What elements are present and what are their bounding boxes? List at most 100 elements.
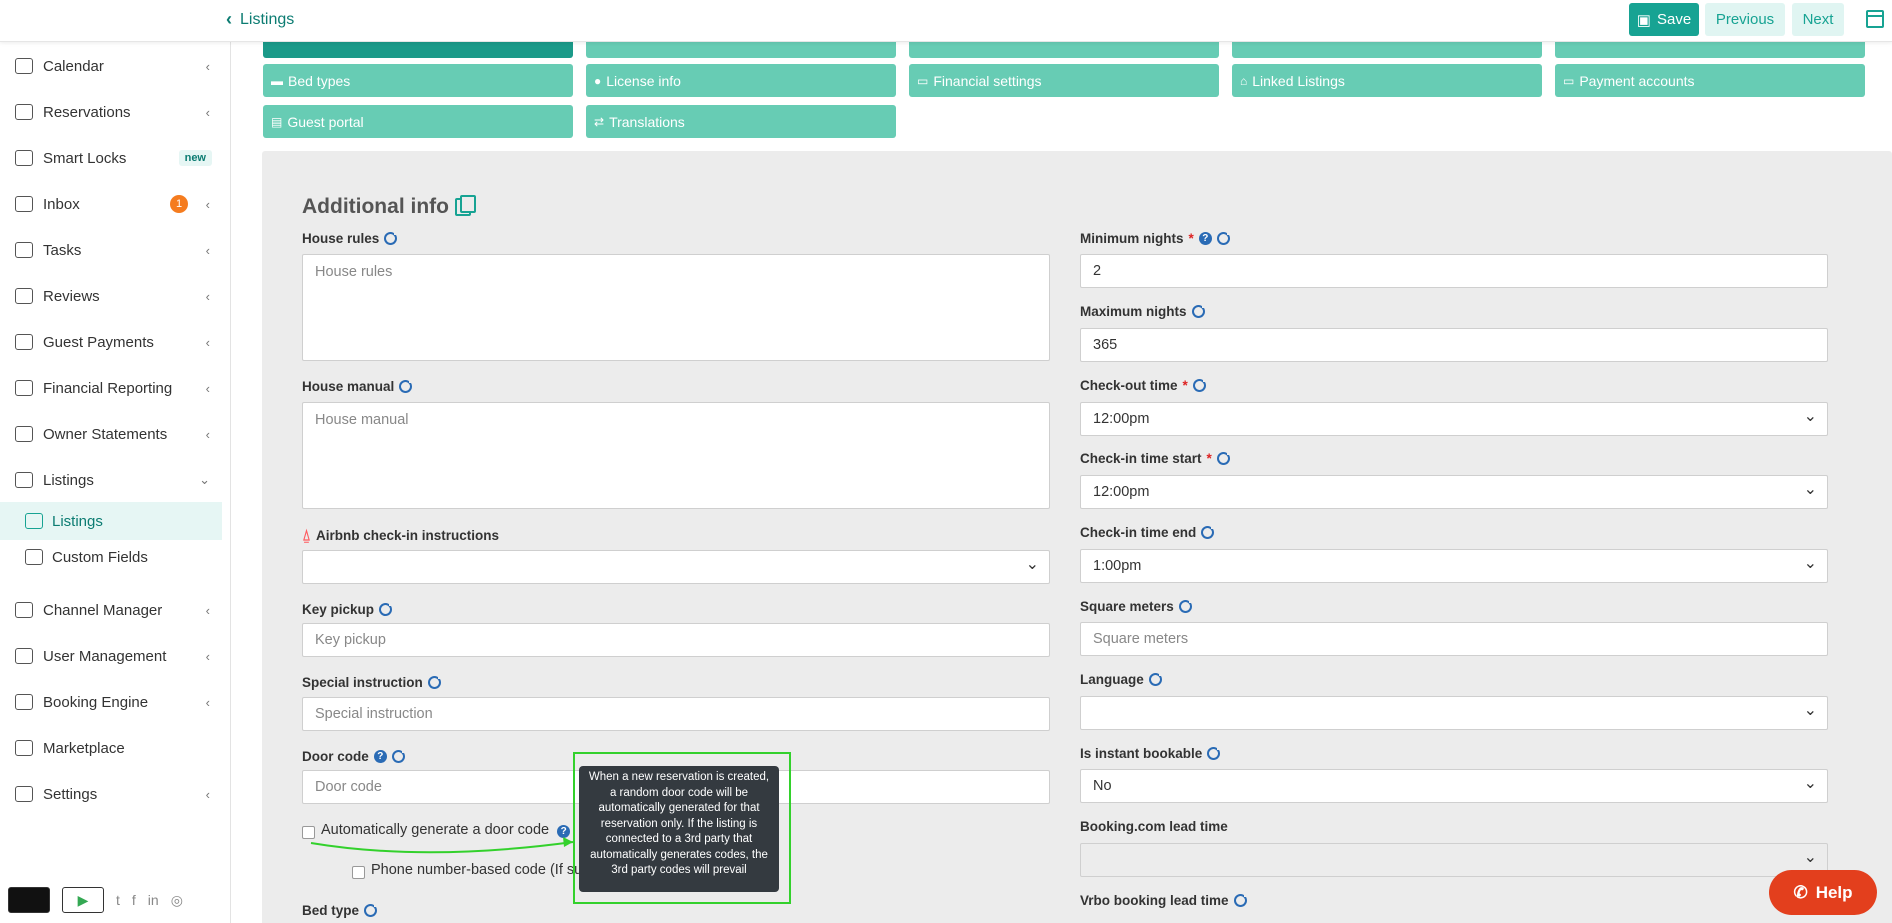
sidebar-item-channel-manager[interactable]: Channel Manager ‹ [0,591,222,629]
label-text: Airbnb check-in instructions [316,528,500,543]
airbnb-checkin-select[interactable] [302,550,1050,584]
max-nights-input[interactable]: 365 [1080,328,1828,362]
sync-icon[interactable] [1207,746,1222,760]
special-instruction-input[interactable]: Special instruction [302,697,1050,731]
sidebar-item-label: Financial Reporting [43,379,173,397]
sidebar-item-user-management[interactable]: User Management ‹ [0,637,222,675]
sync-icon[interactable] [384,231,399,245]
tab-label: Guest portal [287,113,364,130]
language-select[interactable] [1080,696,1828,730]
booking-lead-select[interactable] [1080,843,1828,877]
min-nights-input[interactable]: 2 [1080,254,1828,288]
linkedin-icon[interactable]: in [148,892,159,908]
facebook-icon[interactable]: f [132,892,136,908]
list-icon [25,513,43,529]
sidebar-item-financial-reporting[interactable]: Financial Reporting ‹ [0,369,222,407]
key-pickup-input[interactable]: Key pickup [302,623,1050,657]
label-text: House rules [302,231,380,246]
question-icon[interactable]: ? [373,750,387,763]
tab-attachment[interactable] [1232,42,1542,58]
top-bar: ‹ Listings ▣ Save Previous Next [0,0,1892,42]
airbnb-checkin-label: ⍙ Airbnb check-in instructions [302,527,499,544]
tab-translations[interactable]: ⇄ Translations [586,105,896,138]
info-icon: ● [594,73,602,88]
instagram-icon[interactable]: ◎ [171,892,183,909]
sidebar-item-reviews[interactable]: Reviews ‹ [0,277,222,315]
sidebar-item-smart-locks[interactable]: Smart Locks new [0,139,222,177]
house-rules-label: House rules [302,231,399,246]
tab-bed-types[interactable]: ▬ Bed types [263,64,573,97]
label-text: Door code [302,749,369,764]
sync-icon[interactable] [379,602,394,616]
sidebar-item-label: Listings [52,512,103,530]
sidebar-item-booking-engine[interactable]: Booking Engine ‹ [0,683,222,721]
sidebar-item-settings[interactable]: Settings ‹ [0,775,222,813]
tab-guest-portal[interactable]: ▤ Guest portal [263,105,573,138]
sidebar-item-listings[interactable]: Listings ⌄ [0,461,222,499]
google-play-icon[interactable]: ▶ [62,887,104,913]
sidebar-item-marketplace[interactable]: Marketplace [0,729,222,767]
sync-icon[interactable] [1178,599,1193,613]
twitter-icon[interactable]: t [116,892,120,908]
house-manual-textarea[interactable]: House manual [302,402,1050,509]
tab-additional-info[interactable] [263,42,573,58]
sync-icon[interactable] [399,379,414,393]
sidebar-subitem-custom-fields[interactable]: Custom Fields [0,538,222,576]
sync-icon[interactable] [364,903,379,917]
tab-linked-listings[interactable]: ⌂ Linked Listings [1232,64,1542,97]
help-label: Help [1815,882,1853,902]
copy-icon[interactable] [454,195,476,216]
star-icon [15,288,33,304]
label-text: Key pickup [302,602,375,617]
calendar-icon[interactable] [1866,10,1884,28]
sync-icon[interactable] [1201,525,1216,539]
sidebar-subitem-listings[interactable]: Listings [0,502,222,540]
save-label: Save [1656,11,1692,28]
sync-icon[interactable] [427,675,442,689]
save-button[interactable]: ▣ Save [1629,3,1699,36]
sync-icon[interactable] [1216,451,1231,465]
sync-icon[interactable] [1233,893,1248,907]
next-button[interactable]: Next [1792,3,1844,36]
sidebar-item-inbox[interactable]: Inbox 1 ‹ [0,185,222,223]
label-text: Is instant bookable [1080,746,1203,761]
sidebar-item-owner-statements[interactable]: Owner Statements ‹ [0,415,222,453]
app-links: ▶ t f in ◎ [8,887,183,913]
instant-bookable-select[interactable]: No [1080,769,1828,803]
tab-channel-specific[interactable] [586,42,896,58]
sync-icon[interactable] [1148,672,1163,686]
required-marker: * [1206,451,1212,466]
checkin-end-select[interactable]: 1:00pm [1080,549,1828,583]
help-button[interactable]: ✆ Help [1769,870,1877,915]
sidebar-item-tasks[interactable]: Tasks ‹ [0,231,222,269]
layout-icon [15,694,33,710]
apple-icon[interactable] [8,887,50,913]
back-link[interactable]: ‹ Listings [226,9,294,30]
sidebar-item-reservations[interactable]: Reservations ‹ [0,93,222,131]
label-text: Bed type [302,903,360,918]
sync-icon[interactable] [391,749,406,763]
checkin-start-select[interactable]: 12:00pm [1080,475,1828,509]
sync-icon[interactable] [1216,231,1231,245]
house-rules-textarea[interactable]: House rules [302,254,1050,361]
phone-code-checkbox[interactable] [352,866,365,879]
question-icon[interactable]: ? [1198,232,1212,245]
home-icon: ⌂ [1240,73,1248,88]
chevron-left-icon: ‹ [205,602,210,618]
tab-custom-fields[interactable] [1555,42,1865,58]
tab-contact-person[interactable] [909,42,1219,58]
square-meters-input[interactable]: Square meters [1080,622,1828,656]
checkout-time-label: Check-out time * [1080,378,1207,393]
sidebar-item-guest-payments[interactable]: Guest Payments ‹ [0,323,222,361]
tab-payment-accounts[interactable]: ▭ Payment accounts [1555,64,1865,97]
tab-license-info[interactable]: ● License info [586,64,896,97]
section-title: Additional info [302,195,476,219]
sidebar-item-calendar[interactable]: Calendar ‹ [0,47,222,85]
tab-financial-settings[interactable]: ▭ Financial settings [909,64,1219,97]
sync-icon[interactable] [1191,304,1206,318]
chevron-left-icon: ‹ [205,334,210,350]
sync-icon[interactable] [1192,378,1207,392]
previous-button[interactable]: Previous [1705,3,1785,36]
section-title-text: Additional info [302,195,449,218]
checkout-time-select[interactable]: 12:00pm [1080,402,1828,436]
